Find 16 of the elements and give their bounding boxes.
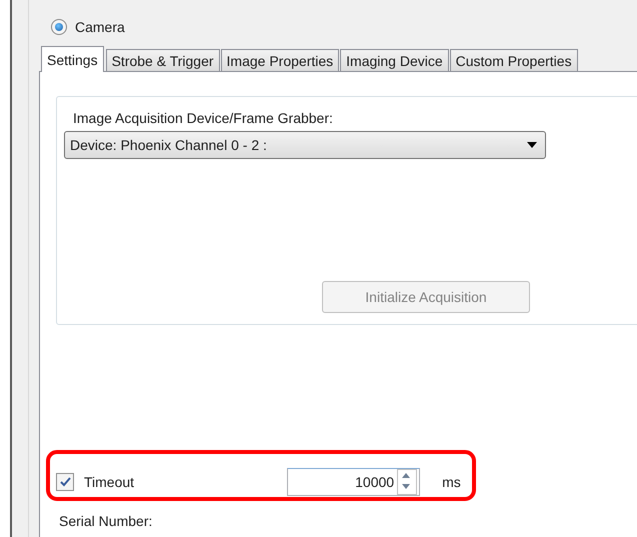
check-icon xyxy=(60,477,70,487)
tab[interactable]: Strobe & Trigger xyxy=(106,49,220,72)
timeout-field[interactable]: 10000 xyxy=(287,468,420,496)
checkbox[interactable] xyxy=(56,473,74,491)
tab[interactable]: Custom Properties xyxy=(450,49,578,72)
tab[interactable]: Image Properties xyxy=(220,49,340,72)
tab[interactable]: Imaging Device xyxy=(340,49,449,72)
device-dropdown[interactable]: Device: Phoenix Channel 0 - 2 : xyxy=(64,131,546,159)
group-label: Camera xyxy=(75,19,125,35)
timeout-label: Timeout xyxy=(84,474,134,490)
radio-button[interactable] xyxy=(51,19,67,35)
device-label: Image Acquisition Device/Frame Grabber: xyxy=(73,110,334,126)
serial-number-label: Serial Number: xyxy=(59,513,154,529)
unit-label: ms xyxy=(442,474,461,490)
tab[interactable]: Settings xyxy=(41,46,104,72)
caret-icon xyxy=(527,142,537,148)
